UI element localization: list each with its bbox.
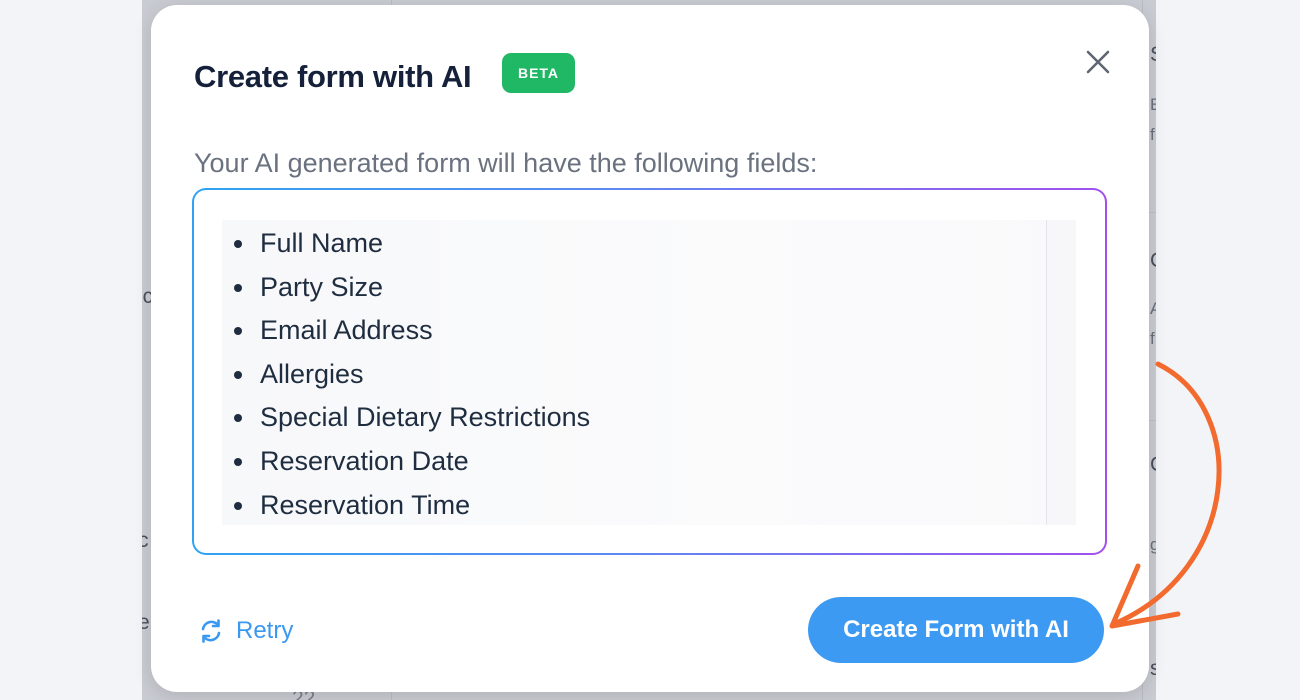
generated-fields-box: Full Name Party Size Email Address Aller… <box>192 188 1107 555</box>
field-name: Reservation Date <box>260 445 469 476</box>
annotation-arrow-icon <box>1109 361 1222 629</box>
bullet-icon <box>234 283 242 292</box>
beta-badge: BETA <box>502 53 575 93</box>
bullet-icon <box>234 327 242 336</box>
background-text: A <box>1150 299 1156 318</box>
close-icon <box>1086 50 1110 74</box>
retry-button[interactable]: Retry <box>198 614 293 648</box>
field-name: Special Dietary Restrictions <box>260 402 591 433</box>
list-item: Allergies <box>222 353 590 397</box>
create-form-ai-modal: Create form with AI BETA Your AI generat… <box>151 5 1149 692</box>
list-item: Full Name <box>222 222 590 266</box>
list-item: Email Address <box>222 309 590 353</box>
generated-fields-box-inner: Full Name Party Size Email Address Aller… <box>194 190 1105 553</box>
field-name: Email Address <box>260 315 433 346</box>
close-button[interactable] <box>1079 43 1117 81</box>
create-form-with-ai-button[interactable]: Create Form with AI <box>808 597 1104 663</box>
modal-title: Create form with AI <box>194 59 472 94</box>
refresh-icon <box>201 619 221 643</box>
bullet-icon <box>234 501 242 510</box>
bullet-icon <box>234 240 242 248</box>
field-name: Full Name <box>260 228 384 258</box>
background-text: S <box>1150 44 1156 65</box>
retry-label: Retry <box>236 617 294 644</box>
list-item: Reservation Time <box>222 484 590 525</box>
background-text: E <box>1150 95 1156 114</box>
field-name: Allergies <box>260 358 364 389</box>
field-name: Party Size <box>260 271 384 302</box>
generated-fields-list: Full Name Party Size Email Address Aller… <box>222 222 590 525</box>
background-text: C <box>1150 250 1156 271</box>
background-text: s <box>1150 657 1156 680</box>
field-name: Reservation Time <box>260 489 471 520</box>
bullet-icon <box>234 457 242 466</box>
list-item: Special Dietary Restrictions <box>222 396 590 440</box>
bullet-icon <box>234 370 242 379</box>
list-item: Reservation Date <box>222 440 590 484</box>
background-text: f <box>1150 329 1155 348</box>
generated-fields-scroll-area[interactable]: Full Name Party Size Email Address Aller… <box>222 220 1076 525</box>
bullet-icon <box>234 414 242 423</box>
scrollbar[interactable] <box>1046 220 1076 525</box>
background-text: c <box>142 529 149 552</box>
background-text: f <box>1150 125 1155 144</box>
list-item: Party Size <box>222 266 590 310</box>
fields-description: Your AI generated form will have the fol… <box>194 148 818 178</box>
background-text: e <box>142 611 150 634</box>
create-form-label: Create Form with AI <box>843 616 1069 643</box>
